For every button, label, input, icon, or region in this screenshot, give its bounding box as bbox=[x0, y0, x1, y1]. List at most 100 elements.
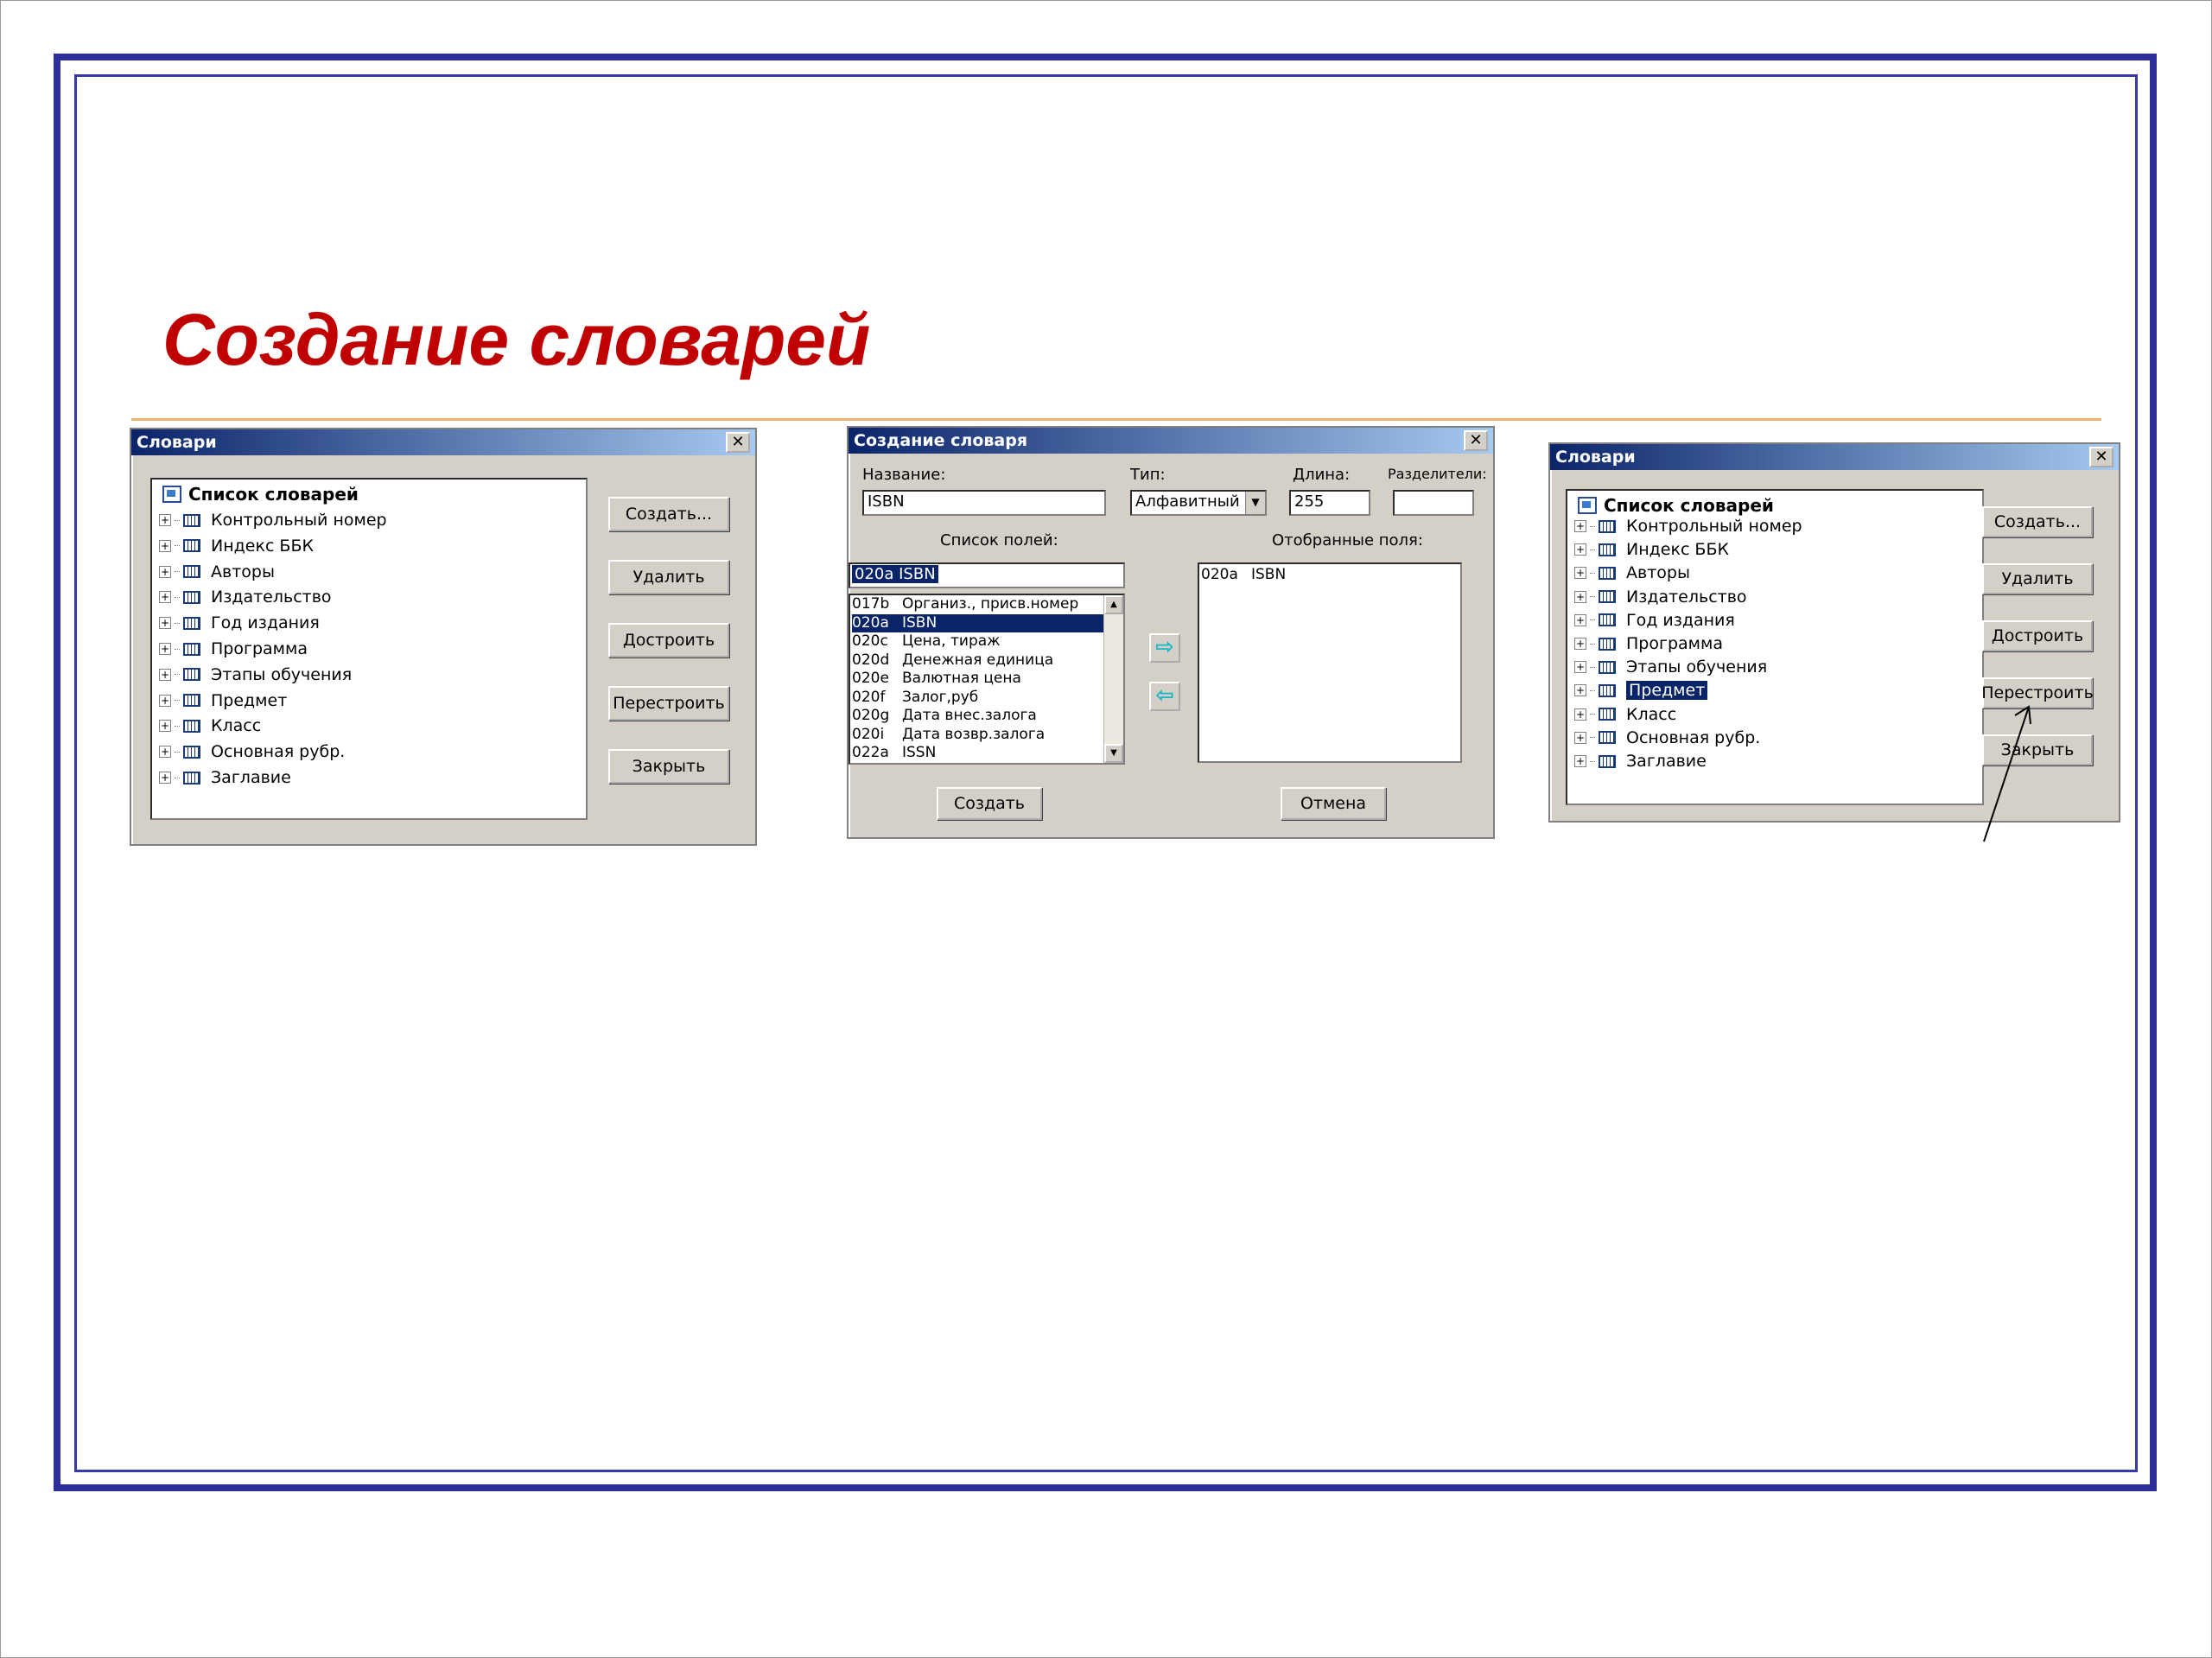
expand-icon[interactable]: + bbox=[1574, 543, 1586, 556]
dictionary-icon bbox=[183, 771, 200, 785]
dictionary-icon bbox=[183, 745, 200, 759]
tree-item[interactable]: + Этапы обучения bbox=[159, 664, 352, 686]
expand-icon[interactable]: + bbox=[1574, 731, 1586, 744]
expand-icon[interactable]: + bbox=[159, 565, 171, 578]
list-item[interactable]: 020g Дата внес.залога bbox=[852, 707, 1106, 725]
tree-item[interactable]: + Авторы bbox=[1574, 562, 1690, 584]
expand-icon[interactable]: + bbox=[1574, 755, 1586, 767]
name-input[interactable]: ISBN bbox=[862, 490, 1106, 516]
list-item[interactable]: 020f Залог,руб bbox=[852, 689, 1106, 707]
list-item[interactable]: 020a ISBN bbox=[852, 613, 1106, 632]
dictionary-icon bbox=[183, 642, 200, 656]
expand-icon[interactable]: + bbox=[159, 668, 171, 681]
tree-connector bbox=[1590, 643, 1595, 645]
tree-root[interactable]: Список словарей bbox=[162, 483, 359, 505]
tree-item[interactable]: + Заглавие bbox=[1574, 750, 1707, 772]
list-item[interactable]: 020i Дата возвр.залога bbox=[852, 726, 1106, 744]
expand-icon[interactable]: + bbox=[159, 720, 171, 733]
tree-connector bbox=[1590, 572, 1595, 574]
selected-fields-list[interactable]: 020a ISBN bbox=[1198, 562, 1462, 763]
expand-icon[interactable]: + bbox=[159, 591, 171, 604]
tree-item[interactable]: + Заглавие bbox=[159, 766, 291, 789]
dictionary-list-icon bbox=[1578, 497, 1597, 514]
expand-icon[interactable]: + bbox=[1574, 613, 1586, 626]
list-item[interactable]: 022a ISSN bbox=[852, 744, 1106, 762]
cancel-button[interactable]: Отмена bbox=[1281, 787, 1386, 820]
close-icon[interactable]: ✕ bbox=[2089, 447, 2113, 467]
rebuild-button[interactable]: Перестроить bbox=[608, 686, 729, 721]
tree-item[interactable]: + Год издания bbox=[159, 612, 320, 634]
tree-item[interactable]: + Контрольный номер bbox=[1574, 515, 1802, 537]
tree-item[interactable]: + Основная рубр. bbox=[159, 740, 345, 763]
expand-icon[interactable]: + bbox=[1574, 567, 1586, 580]
expand-icon[interactable]: + bbox=[159, 539, 171, 552]
field-code: 022a bbox=[852, 744, 889, 761]
list-item[interactable]: 020e Валютная цена bbox=[852, 670, 1106, 688]
tree-item[interactable]: + Программа bbox=[1574, 632, 1723, 655]
expand-icon[interactable]: + bbox=[159, 746, 171, 759]
expand-icon[interactable]: + bbox=[159, 643, 171, 655]
expand-icon[interactable]: + bbox=[1574, 661, 1586, 674]
complete-button[interactable]: Достроить bbox=[1982, 620, 2093, 651]
list-item[interactable]: 020d Денежная единица bbox=[852, 651, 1106, 670]
field-code: 020a bbox=[1201, 566, 1238, 583]
tree-item[interactable]: + Основная рубр. bbox=[1574, 727, 1760, 749]
tree-item[interactable]: + Контрольный номер bbox=[159, 509, 387, 531]
expand-icon[interactable]: + bbox=[1574, 684, 1586, 697]
scroll-down-icon[interactable]: ▼ bbox=[1104, 744, 1123, 763]
expand-icon[interactable]: + bbox=[159, 617, 171, 630]
scrollbar[interactable]: ▲ ▼ bbox=[1103, 595, 1123, 763]
close-icon[interactable]: ✕ bbox=[726, 432, 750, 453]
tree-item[interactable]: + Класс bbox=[159, 715, 261, 737]
type-select[interactable]: Алфавитный ▼ bbox=[1130, 490, 1267, 516]
add-field-arrow-icon[interactable]: ⇨ bbox=[1149, 633, 1180, 663]
close-icon[interactable]: ✕ bbox=[1464, 430, 1488, 451]
tree-root[interactable]: Список словарей bbox=[1578, 494, 1774, 517]
create-button[interactable]: Создать... bbox=[1982, 506, 2093, 537]
list-item[interactable]: 020c Цена, тираж bbox=[852, 632, 1106, 651]
tree-item[interactable]: + Программа bbox=[159, 638, 308, 660]
tree-item-label: Основная рубр. bbox=[1626, 727, 1761, 747]
tree-item-label: Контрольный номер bbox=[211, 511, 387, 530]
create-button[interactable]: Создать... bbox=[608, 497, 729, 531]
list-item[interactable]: 020a ISBN bbox=[1201, 566, 1291, 584]
expand-icon[interactable]: + bbox=[159, 514, 171, 526]
expand-icon[interactable]: + bbox=[159, 772, 171, 784]
tree-item[interactable]: + Предмет bbox=[159, 689, 287, 712]
field-search-input[interactable]: 020a ISBN bbox=[849, 562, 1125, 588]
list-item[interactable]: 017b Организ., присв.номер bbox=[852, 595, 1106, 613]
tree-item[interactable]: + Год издания bbox=[1574, 609, 1735, 632]
remove-field-arrow-icon[interactable]: ⇦ bbox=[1149, 682, 1180, 711]
dictionary-tree[interactable]: Список словарей + Контрольный номер + Индек… bbox=[150, 478, 588, 820]
expand-icon[interactable]: + bbox=[1574, 520, 1586, 532]
dictionary-tree[interactable]: Список словарей + Контрольный номер + Индек… bbox=[1566, 489, 1984, 805]
tree-item[interactable]: + Авторы bbox=[159, 561, 275, 583]
tree-connector bbox=[175, 571, 180, 573]
delete-button[interactable]: Удалить bbox=[1982, 563, 2093, 594]
chevron-down-icon[interactable]: ▼ bbox=[1245, 492, 1265, 514]
tree-item-label: Этапы обучения bbox=[1626, 657, 1768, 677]
create-button[interactable]: Создать bbox=[937, 787, 1042, 820]
expand-icon[interactable]: + bbox=[1574, 590, 1586, 603]
field-code: 020e bbox=[852, 670, 889, 687]
tree-item[interactable]: + Индекс ББК bbox=[1574, 538, 1729, 561]
tree-connector bbox=[175, 596, 180, 598]
tree-item[interactable]: + Индекс ББК bbox=[159, 535, 314, 557]
expand-icon[interactable]: + bbox=[159, 694, 171, 707]
tree-item[interactable]: + Издательство bbox=[1574, 586, 1747, 608]
complete-button[interactable]: Достроить bbox=[608, 623, 729, 657]
expand-icon[interactable]: + bbox=[1574, 638, 1586, 650]
delete-button[interactable]: Удалить bbox=[608, 560, 729, 594]
expand-icon[interactable]: + bbox=[1574, 708, 1586, 721]
tree-item[interactable]: + Класс bbox=[1574, 703, 1676, 726]
separators-input[interactable] bbox=[1393, 490, 1474, 516]
length-input[interactable]: 255 bbox=[1289, 490, 1370, 516]
fields-list[interactable]: 022a ISSN 020i Дата возвр.залога 020g Дата вн… bbox=[849, 594, 1125, 765]
tree-item[interactable]: + Этапы обучения bbox=[1574, 656, 1767, 678]
tree-item[interactable]: + Предмет bbox=[1574, 679, 1708, 702]
close-button[interactable]: Закрыть bbox=[608, 749, 729, 784]
tree-item[interactable]: + Издательство bbox=[159, 586, 332, 608]
dictionary-icon bbox=[183, 719, 200, 733]
tree-item-label: Заглавие bbox=[211, 768, 291, 787]
scroll-up-icon[interactable]: ▲ bbox=[1104, 595, 1123, 614]
